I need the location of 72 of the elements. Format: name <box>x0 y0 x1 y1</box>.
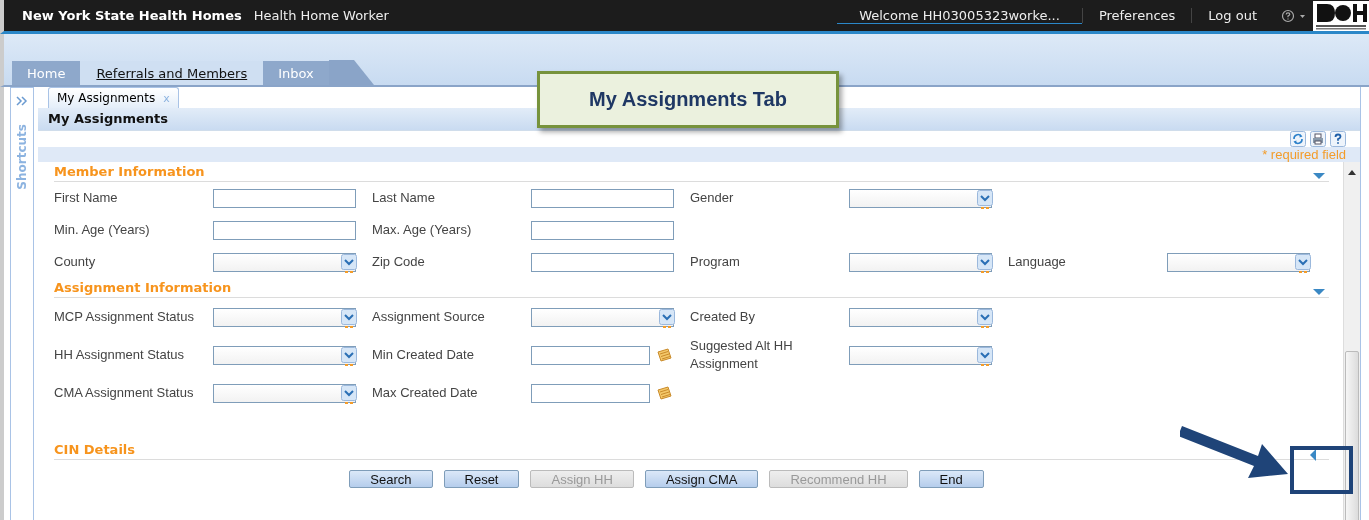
chevron-icon[interactable] <box>341 253 357 274</box>
refresh-icon[interactable] <box>1290 131 1306 147</box>
dropdown-field[interactable] <box>213 252 356 272</box>
expand-icon[interactable] <box>1309 448 1317 461</box>
dropdown-field[interactable] <box>849 252 992 272</box>
chevron-icon[interactable] <box>977 346 993 367</box>
welcome-text: Welcome HH03005323worke... <box>837 7 1082 24</box>
field-label: CMA Assignment Status <box>54 384 194 402</box>
text-field[interactable] <box>213 220 356 240</box>
chevron-icon[interactable] <box>341 384 357 405</box>
field-label: First Name <box>54 189 119 207</box>
section-title: Assignment Information <box>54 280 232 295</box>
required-note: * required field <box>1262 147 1346 162</box>
action-button[interactable]: End <box>918 470 984 488</box>
field-label: Program <box>690 253 741 271</box>
action-button[interactable]: Assign CMA <box>644 470 759 488</box>
date-field[interactable] <box>531 383 650 403</box>
field-label: Min. Age (Years) <box>54 221 151 239</box>
action-button[interactable]: Reset <box>443 470 520 488</box>
highlight-frame <box>1290 446 1353 494</box>
scroll-up-icon[interactable] <box>1347 168 1357 176</box>
calendar-icon[interactable] <box>656 348 672 362</box>
page-tab[interactable]: My Assignments x <box>48 87 179 108</box>
dropdown-field[interactable] <box>531 307 674 327</box>
section-title: Member Information <box>54 164 205 179</box>
field-label: Max. Age (Years) <box>372 221 473 239</box>
dropdown-field[interactable] <box>849 188 992 208</box>
chevron-icon[interactable] <box>1295 253 1311 274</box>
field-label: MCP Assignment Status <box>54 308 194 326</box>
collapse-icon[interactable] <box>1313 287 1325 296</box>
text-field[interactable] <box>531 188 674 208</box>
field-label: Created By <box>690 308 757 326</box>
date-field[interactable] <box>531 345 650 365</box>
field-label: Max Created Date <box>372 384 479 402</box>
field-label: County <box>54 253 97 271</box>
text-field[interactable] <box>213 188 356 208</box>
chevron-icon[interactable] <box>977 308 993 329</box>
chevron-icon[interactable] <box>341 308 357 329</box>
header-link[interactable]: Log out <box>1191 8 1273 23</box>
action-button[interactable]: Search <box>349 470 433 488</box>
tab-label: My Assignments <box>57 91 156 105</box>
dropdown-field[interactable] <box>1167 252 1310 272</box>
dropdown-field[interactable] <box>213 307 356 327</box>
header-link[interactable]: Preferences <box>1081 8 1192 23</box>
scrollbar[interactable] <box>1343 162 1360 520</box>
dropdown-field[interactable] <box>849 307 992 327</box>
print-icon[interactable] <box>1310 131 1326 147</box>
dropdown-field[interactable] <box>213 345 356 365</box>
dropdown-field[interactable] <box>849 345 992 365</box>
field-label: Language <box>1008 253 1067 271</box>
field-label: HH Assignment Status <box>54 346 186 364</box>
help-icon[interactable] <box>1330 131 1346 147</box>
chevron-icon[interactable] <box>659 308 675 329</box>
chevron-icon[interactable] <box>341 346 357 367</box>
callout-label: My Assignments Tab <box>537 71 839 128</box>
field-label: Gender <box>690 189 735 207</box>
help-icon[interactable] <box>1281 8 1307 23</box>
field-label: Last Name <box>372 189 436 207</box>
role-label: Health Home Worker <box>253 8 389 23</box>
field-label: Assignment Source <box>372 308 486 326</box>
field-label: Min Created Date <box>372 346 475 364</box>
text-field[interactable] <box>531 220 674 240</box>
collapse-icon[interactable] <box>1313 171 1325 180</box>
field-label: Zip Code <box>372 253 426 271</box>
section-title: CIN Details <box>54 442 136 457</box>
dropdown-field[interactable] <box>213 383 356 403</box>
chevron-icon[interactable] <box>977 253 993 274</box>
field-label: Suggested Alt HH Assignment <box>690 337 794 373</box>
app-title: New York State Health Homes <box>22 8 242 23</box>
chevron-icon[interactable] <box>977 189 993 210</box>
calendar-icon[interactable] <box>656 386 672 400</box>
text-field[interactable] <box>531 252 674 272</box>
